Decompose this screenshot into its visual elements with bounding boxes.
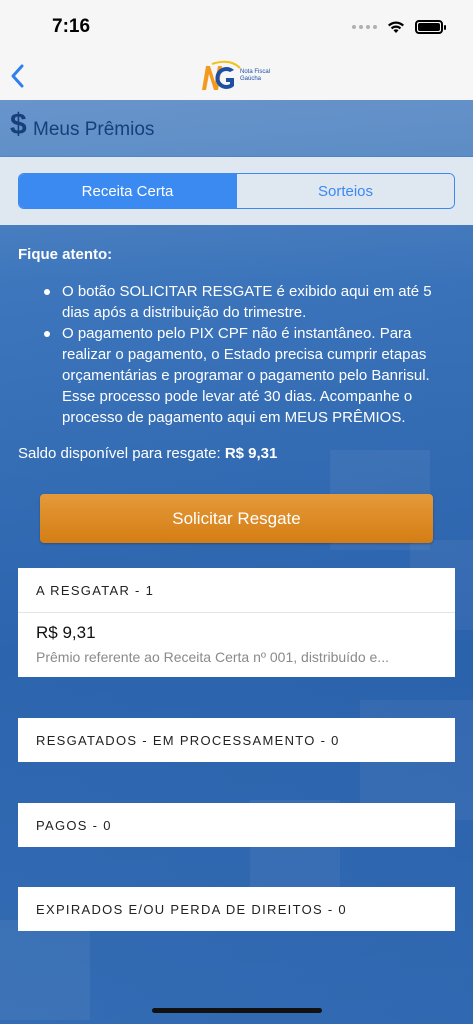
- tabs-container: Receita Certa Sorteios: [0, 157, 473, 225]
- notice-title: Fique atento:: [18, 246, 113, 263]
- status-bar: 7:16: [0, 0, 473, 52]
- battery-icon: [415, 20, 446, 34]
- request-redeem-button[interactable]: Solicitar Resgate: [40, 494, 433, 543]
- home-indicator[interactable]: [152, 1008, 322, 1013]
- expired-section[interactable]: EXPIRADOS E/OU PERDA DE DIREITOS - 0: [18, 887, 455, 931]
- section-header: EXPIRADOS E/OU PERDA DE DIREITOS - 0: [36, 901, 347, 917]
- signal-icon: [352, 25, 377, 29]
- tab-receita-certa[interactable]: Receita Certa: [19, 174, 236, 208]
- notice-list: O botão SOLICITAR RESGATE é exibido aqui…: [18, 281, 458, 428]
- tab-sorteios[interactable]: Sorteios: [236, 174, 454, 208]
- status-time: 7:16: [52, 16, 91, 37]
- section-header: RESGATADOS - EM PROCESSAMENTO - 0: [36, 732, 340, 748]
- paid-section[interactable]: PAGOS - 0: [18, 803, 455, 847]
- notice-bullet: O pagamento pelo PIX CPF não é instantân…: [18, 323, 458, 428]
- balance-label: Saldo disponível para resgate:: [18, 445, 221, 462]
- segmented-control: Receita Certa Sorteios: [18, 173, 455, 209]
- page-header: $ Meus Prêmios: [0, 100, 473, 156]
- status-icons: [352, 18, 446, 36]
- section-header: PAGOS - 0: [36, 817, 112, 833]
- wifi-icon: [388, 21, 404, 33]
- notice-block: Fique atento: O botão SOLICITAR RESGATE …: [18, 244, 458, 464]
- balance-value: R$ 9,31: [224, 445, 278, 462]
- back-chevron-icon[interactable]: [6, 62, 30, 90]
- prize-list-item[interactable]: R$ 9,31 Prêmio referente ao Receita Cert…: [18, 613, 455, 677]
- prize-value: R$ 9,31: [36, 623, 96, 642]
- notice-bullet: O botão SOLICITAR RESGATE é exibido aqui…: [18, 281, 458, 323]
- balance-line: Saldo disponível para resgate: R$ 9,31: [18, 443, 458, 464]
- prize-description: Prêmio referente ao Receita Certa nº 001…: [36, 649, 389, 665]
- logo-text-line1: Nota Fiscal: [240, 69, 270, 75]
- nfg-logo: Nota Fiscal Gaúcha: [202, 60, 270, 90]
- content-background: [0, 100, 473, 1024]
- dollar-icon: $: [10, 108, 27, 141]
- page-title: Meus Prêmios: [33, 119, 155, 140]
- processing-section[interactable]: RESGATADOS - EM PROCESSAMENTO - 0: [18, 718, 455, 762]
- section-header: A RESGATAR - 1: [36, 582, 155, 598]
- nav-bar: Nota Fiscal Gaúcha: [0, 52, 473, 100]
- to-redeem-section: A RESGATAR - 1 R$ 9,31 Prêmio referente …: [18, 568, 455, 677]
- logo-text-line2: Gaúcha: [240, 76, 262, 82]
